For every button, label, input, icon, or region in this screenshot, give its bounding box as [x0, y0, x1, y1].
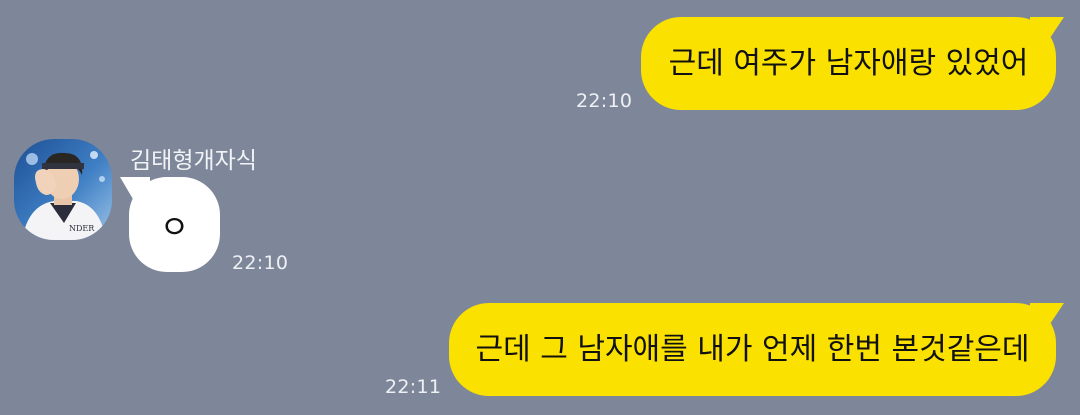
incoming-message-bubble[interactable]: ㅇ — [129, 177, 220, 272]
profile-photo-icon: NDER — [14, 139, 112, 240]
svg-text:NDER: NDER — [69, 224, 95, 233]
message-timestamp: 22:10 — [232, 252, 289, 274]
message-text: 근데 여주가 남자애랑 있었어 — [668, 45, 1029, 81]
outgoing-message-bubble[interactable]: 근데 그 남자애를 내가 언제 한번 본것같은데 — [449, 303, 1056, 396]
chat-view[interactable]: 근데 여주가 남자애랑 있었어 22:10 NDER 김태형개자식 ㅇ 22:1… — [0, 0, 1080, 415]
sender-avatar[interactable]: NDER — [14, 139, 112, 240]
message-text: ㅇ — [159, 207, 190, 246]
message-timestamp: 22:11 — [385, 376, 442, 398]
message-timestamp: 22:10 — [576, 90, 633, 112]
message-text: 근데 그 남자애를 내가 언제 한번 본것같은데 — [475, 331, 1030, 367]
sender-name: 김태형개자식 — [130, 148, 257, 174]
outgoing-message-bubble[interactable]: 근데 여주가 남자애랑 있었어 — [641, 17, 1056, 110]
